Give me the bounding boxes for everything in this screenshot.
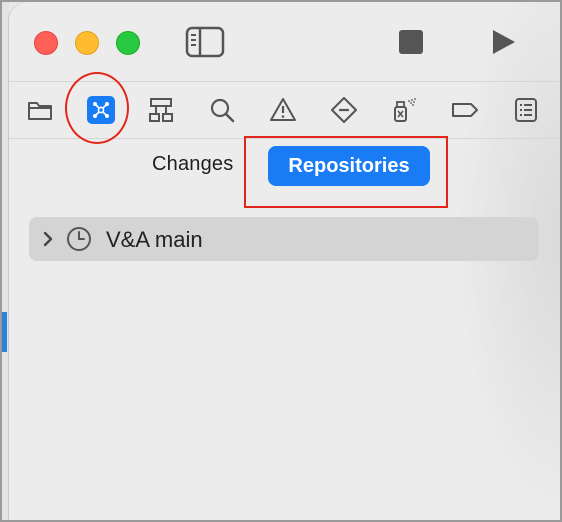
tab-report-navigator[interactable] — [511, 95, 541, 125]
run-button[interactable] — [489, 28, 517, 56]
tab-symbol-navigator[interactable] — [146, 95, 176, 125]
test-diamond-icon — [331, 97, 357, 123]
segment-changes[interactable]: Changes — [152, 153, 233, 176]
minimize-window-button[interactable] — [75, 31, 99, 55]
hierarchy-icon — [149, 98, 173, 122]
close-window-button[interactable] — [34, 31, 58, 55]
stop-button[interactable] — [399, 30, 423, 54]
repository-row[interactable]: V&A main — [29, 217, 539, 261]
repository-label: V&A main — [106, 227, 203, 252]
sidebar-icon — [185, 26, 225, 58]
screenshot-frame: Changes Repositories V&A main — [0, 0, 562, 522]
background-selection-mark — [2, 312, 7, 352]
list-icon — [515, 98, 537, 122]
tab-project-navigator[interactable] — [25, 95, 55, 125]
search-icon — [210, 98, 235, 123]
clock-icon — [67, 227, 91, 251]
chevron-right-icon[interactable] — [41, 229, 55, 249]
title-bar — [9, 2, 560, 82]
breakpoint-tag-icon — [452, 103, 478, 117]
sidebar-toggle-button[interactable] — [185, 26, 225, 58]
annotation-rectangle — [244, 136, 448, 208]
tab-find-navigator[interactable] — [207, 95, 237, 125]
tab-breakpoint-navigator[interactable] — [450, 95, 480, 125]
xcode-window: Changes Repositories V&A main — [9, 2, 560, 520]
play-icon — [493, 30, 515, 54]
tab-test-navigator[interactable] — [329, 95, 359, 125]
background-window-edge — [2, 2, 9, 520]
folder-icon — [28, 102, 52, 120]
tab-debug-navigator[interactable] — [390, 95, 420, 125]
spray-icon — [394, 98, 416, 122]
warning-icon — [270, 98, 296, 121]
zoom-window-button[interactable] — [116, 31, 140, 55]
annotation-circle — [65, 72, 129, 144]
tab-issue-navigator[interactable] — [268, 95, 298, 125]
